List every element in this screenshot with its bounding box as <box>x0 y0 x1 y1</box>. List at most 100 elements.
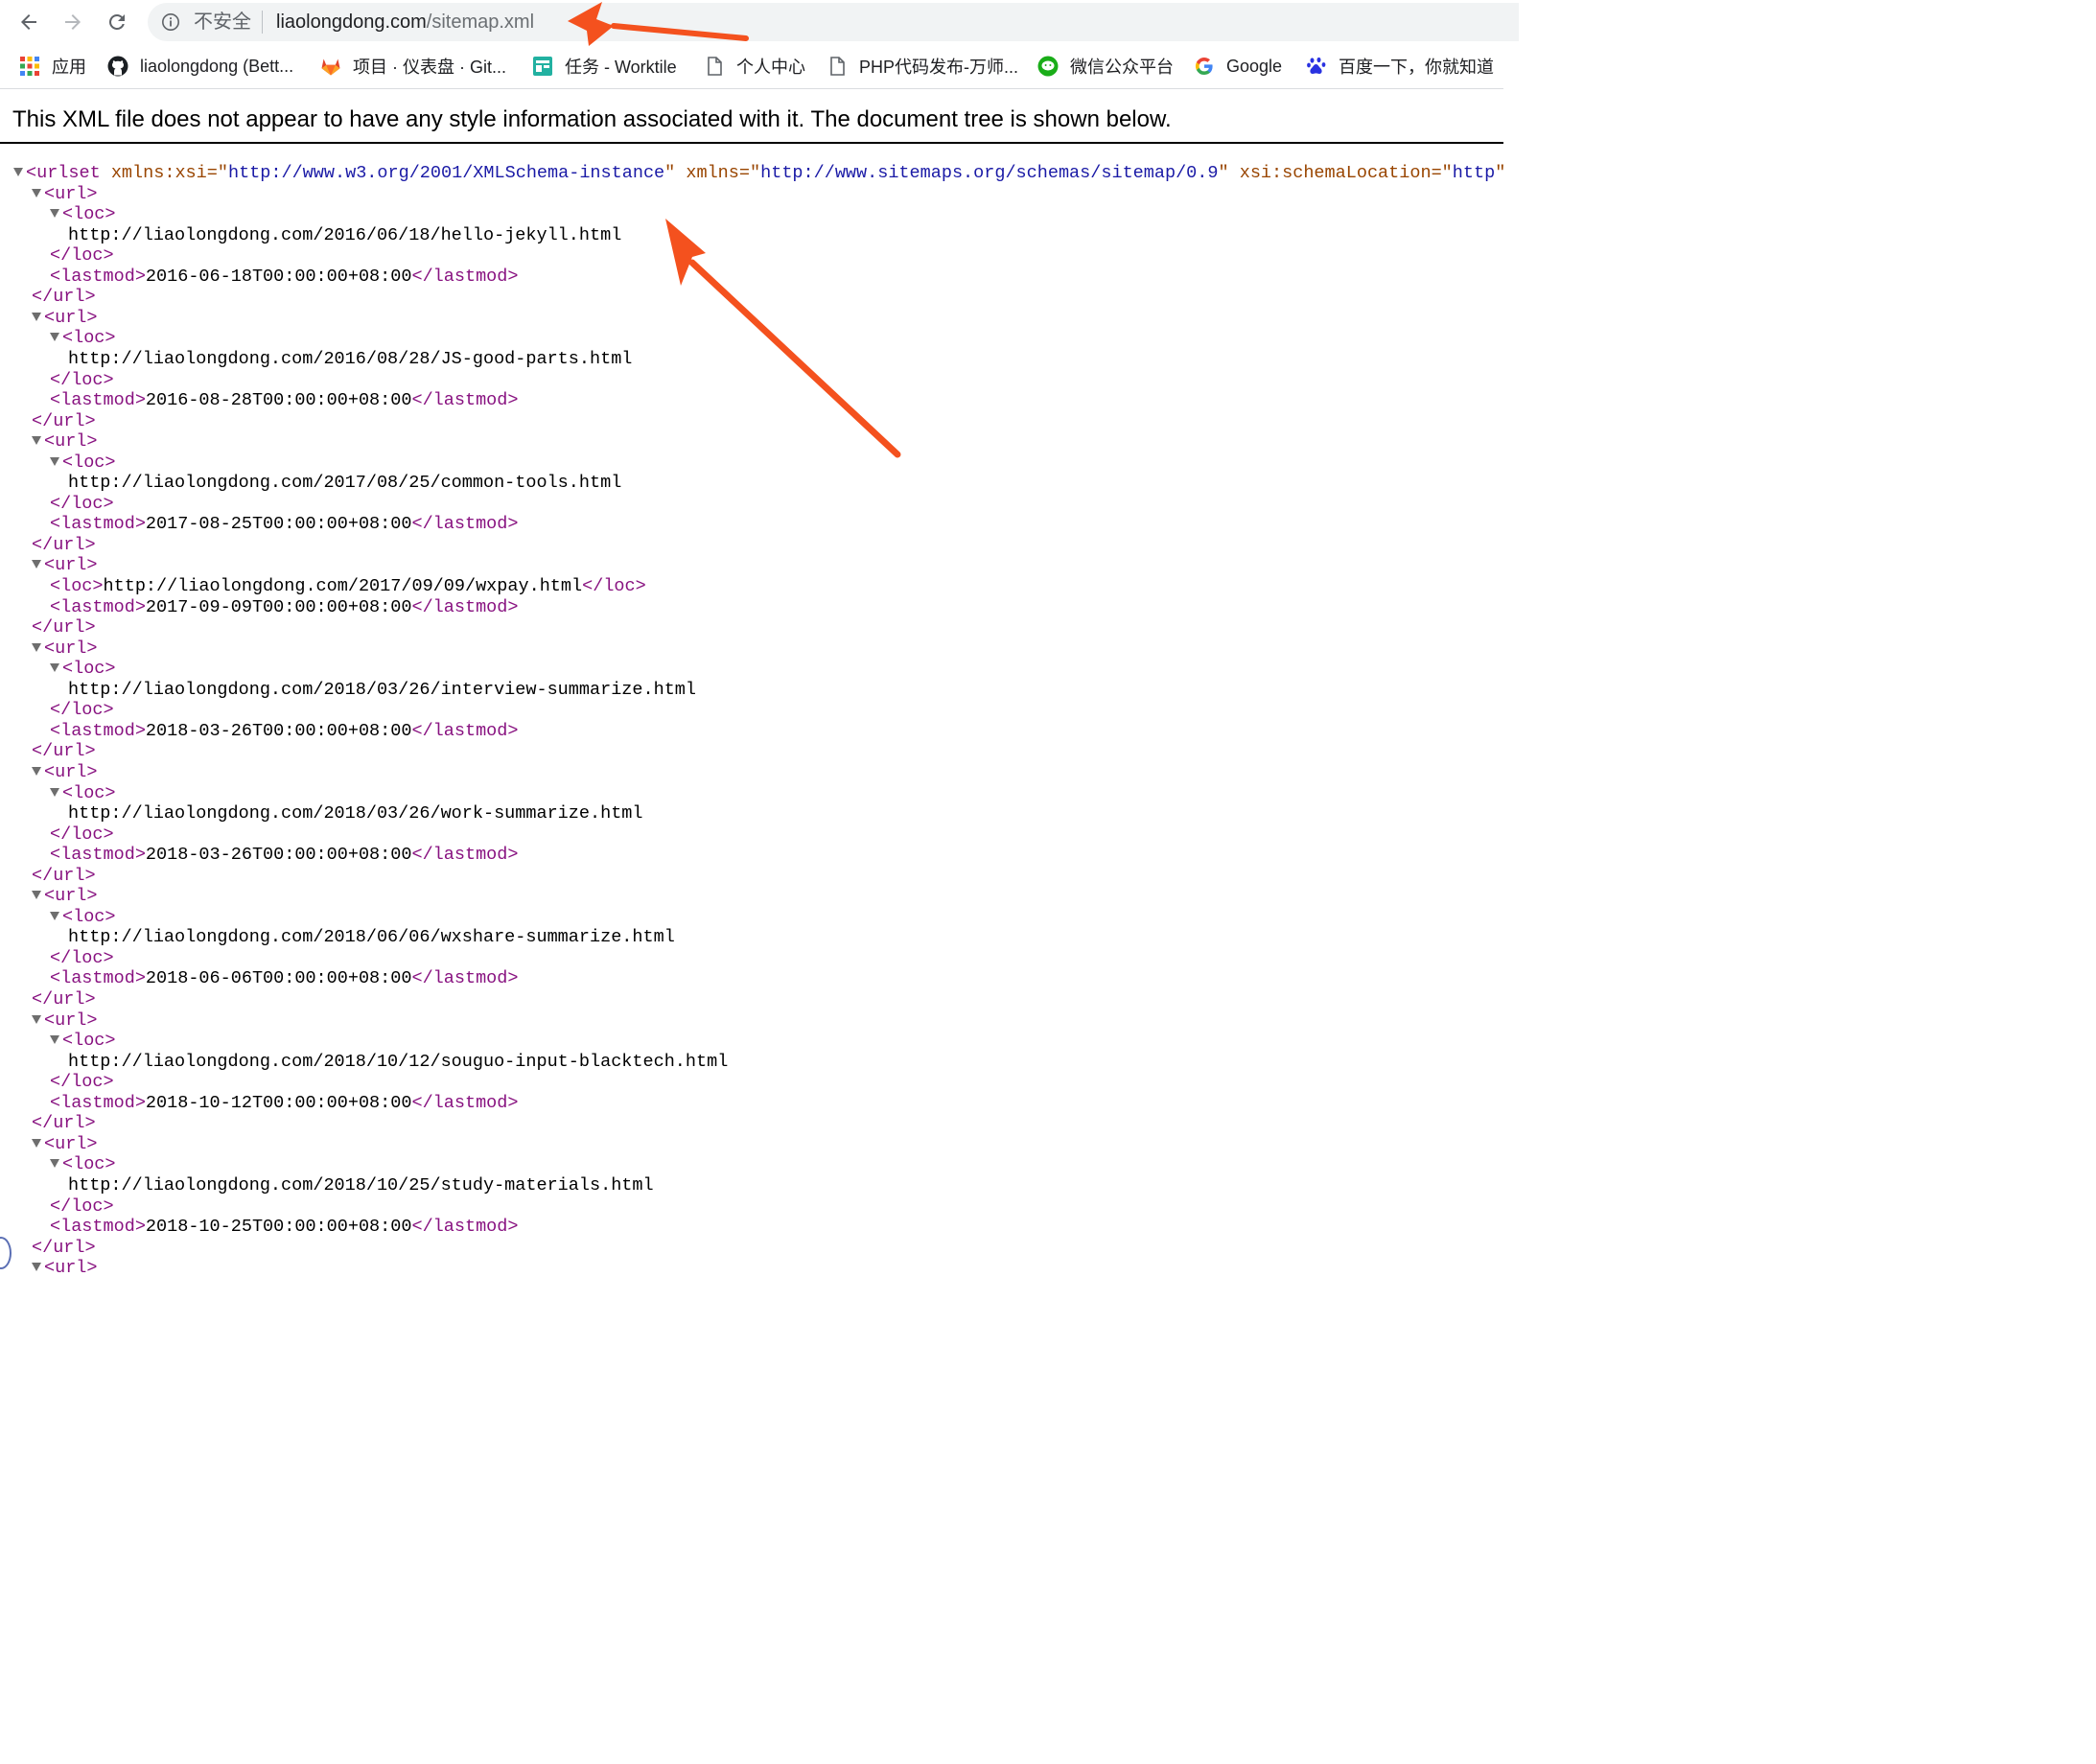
bookmark-php-release[interactable]: PHP代码发布-万师... <box>827 54 1018 79</box>
xml-token: </loc> <box>50 1072 114 1093</box>
xml-token: </url> <box>32 1113 96 1134</box>
info-circle-icon[interactable] <box>161 12 180 32</box>
collapse-toggle-icon[interactable] <box>32 766 41 776</box>
xml-token: <url> <box>44 1010 98 1031</box>
xml-token: </lastmod> <box>411 596 519 617</box>
xml-token: <url> <box>44 555 98 576</box>
xml-token: </url> <box>32 410 96 431</box>
xml-url-close-tag: </url> <box>32 1238 96 1259</box>
sitemap-lastmod-date: 2018-06-06T00:00:00+08:00 <box>145 968 412 989</box>
baidu-icon <box>1307 57 1326 74</box>
bookmark-worktile[interactable]: 任务 - Worktile <box>532 54 677 79</box>
xml-loc-close-tag: </loc> <box>50 245 114 267</box>
address-bar[interactable]: 不安全 liaolongdong.com/sitemap.xml <box>148 3 1519 41</box>
xml-token: </loc> <box>50 824 114 845</box>
xml-lastmod-line: <lastmod>2017-09-09T00:00:00+08:00</last… <box>50 597 519 618</box>
collapse-toggle-icon[interactable] <box>32 560 41 569</box>
xml-loc-open-tag: <loc> <box>50 783 116 804</box>
xml-attribute-value: http://www.sitemaps.org/schemas/sitemap/… <box>760 163 1219 183</box>
sitemap-lastmod-date: 2018-10-25T00:00:00+08:00 <box>145 1217 412 1238</box>
sitemap-loc-url: http://liaolongdong.com/2018/10/12/sougu… <box>68 1051 729 1072</box>
bookmark-profile[interactable]: 个人中心 <box>704 54 805 79</box>
xml-token: </url> <box>32 617 96 638</box>
xml-loc-close-tag: </loc> <box>50 1196 114 1218</box>
bookmark-google[interactable]: Google <box>1194 54 1282 79</box>
xml-token: =" <box>206 163 228 183</box>
arrow-left-icon <box>21 14 36 30</box>
xml-token: </loc> <box>50 1195 114 1217</box>
collapse-toggle-icon[interactable] <box>32 1263 41 1272</box>
collapse-toggle-icon[interactable] <box>32 436 41 446</box>
xml-url-open-tag: <url> <box>32 555 98 576</box>
xml-url-close-tag: </url> <box>32 535 96 556</box>
google-icon <box>1195 57 1213 76</box>
worktile-icon <box>533 57 552 76</box>
xml-token: </lastmod> <box>411 1092 519 1113</box>
sitemap-lastmod-date: 2016-06-18T00:00:00+08:00 <box>145 266 412 287</box>
collapse-toggle-icon[interactable] <box>50 1159 59 1169</box>
xml-url-open-tag: <url> <box>32 1010 98 1032</box>
bookmark-github[interactable]: liaolongdong (Bett... <box>107 54 293 79</box>
collapse-toggle-icon[interactable] <box>50 1035 59 1045</box>
collapse-toggle-icon[interactable] <box>32 1138 41 1148</box>
bookmark-label: 应用 <box>52 58 86 77</box>
arrow-right-icon <box>65 14 81 30</box>
back-button[interactable] <box>12 5 46 39</box>
sitemap-loc-url: http://liaolongdong.com/2017/09/09/wxpay… <box>103 576 583 596</box>
xml-url-close-tag: </url> <box>32 741 96 762</box>
forward-button[interactable] <box>56 5 90 39</box>
bookmark-apps[interactable]: 应用 <box>19 54 86 79</box>
collapse-toggle-icon[interactable] <box>32 642 41 652</box>
xml-token: " <box>1218 163 1229 183</box>
collapse-toggle-icon[interactable] <box>32 891 41 900</box>
xml-token: <loc> <box>50 576 104 596</box>
xml-token: <lastmod> <box>50 1092 146 1113</box>
xml-loc-text: http://liaolongdong.com/2018/03/26/work-… <box>68 803 643 824</box>
sitemap-lastmod-date: 2018-03-26T00:00:00+08:00 <box>145 845 412 866</box>
browser-toolbar: 不安全 liaolongdong.com/sitemap.xml <box>0 0 1519 44</box>
xml-lastmod-line: <lastmod>2017-08-25T00:00:00+08:00</last… <box>50 514 519 535</box>
xml-token: </lastmod> <box>411 390 519 411</box>
xml-loc-text: http://liaolongdong.com/2018/03/26/inter… <box>68 680 696 701</box>
xml-loc-text: http://liaolongdong.com/2016/06/18/hello… <box>68 225 621 246</box>
xml-token: <lastmod> <box>50 720 146 741</box>
collapse-toggle-icon[interactable] <box>50 209 59 219</box>
bookmark-gitlab[interactable]: 项目 · 仪表盘 · Git... <box>320 54 506 79</box>
bookmark-label: 百度一下，你就知道 <box>1339 58 1494 77</box>
xml-url-open-tag: <url> <box>32 1258 98 1279</box>
xml-attribute-value: http <box>1452 163 1496 183</box>
sitemap-loc-url: http://liaolongdong.com/2018/03/26/inter… <box>68 679 697 700</box>
bookmark-baidu[interactable]: 百度一下，你就知道 <box>1306 54 1494 79</box>
collapse-toggle-icon[interactable] <box>32 1014 41 1024</box>
xml-token: <loc> <box>62 1031 116 1052</box>
xml-token: <url> <box>44 183 98 204</box>
xml-token: <lastmod> <box>50 514 146 535</box>
bookmark-wechat[interactable]: 微信公众平台 <box>1037 54 1174 79</box>
collapse-toggle-icon[interactable] <box>50 787 59 797</box>
reload-button[interactable] <box>100 5 134 39</box>
xml-token: <lastmod> <box>50 390 146 411</box>
collapse-toggle-icon[interactable] <box>13 168 23 176</box>
xml-token: <loc> <box>62 204 116 225</box>
xml-attribute-name: xmlns <box>686 163 739 183</box>
reload-icon <box>109 13 125 30</box>
xml-token: </loc> <box>50 947 114 968</box>
url-text[interactable]: liaolongdong.com/sitemap.xml <box>276 11 534 34</box>
bookmark-label: 项目 · 仪表盘 · Git... <box>353 58 506 77</box>
collapse-toggle-icon[interactable] <box>50 911 59 920</box>
xml-style-notice-text: This XML file does not appear to have an… <box>12 106 1172 132</box>
collapse-toggle-icon[interactable] <box>32 188 41 197</box>
gitlab-icon <box>321 58 340 76</box>
collapse-toggle-icon[interactable] <box>50 456 59 466</box>
xml-loc-text: http://liaolongdong.com/2018/06/06/wxsha… <box>68 927 675 948</box>
sitemap-lastmod-date: 2017-09-09T00:00:00+08:00 <box>145 596 412 617</box>
sitemap-loc-url: http://liaolongdong.com/2018/06/06/wxsha… <box>68 927 675 948</box>
omnibox-separator <box>262 11 263 34</box>
collapse-toggle-icon[interactable] <box>50 333 59 342</box>
security-label[interactable]: 不安全 <box>194 11 251 34</box>
xml-token: <loc> <box>62 906 116 927</box>
bookmark-label: 微信公众平台 <box>1070 58 1174 77</box>
collapse-toggle-icon[interactable] <box>32 312 41 321</box>
xml-root-open-tag: <urlset xmlns:xsi="http://www.w3.org/200… <box>13 163 1505 184</box>
collapse-toggle-icon[interactable] <box>50 663 59 673</box>
